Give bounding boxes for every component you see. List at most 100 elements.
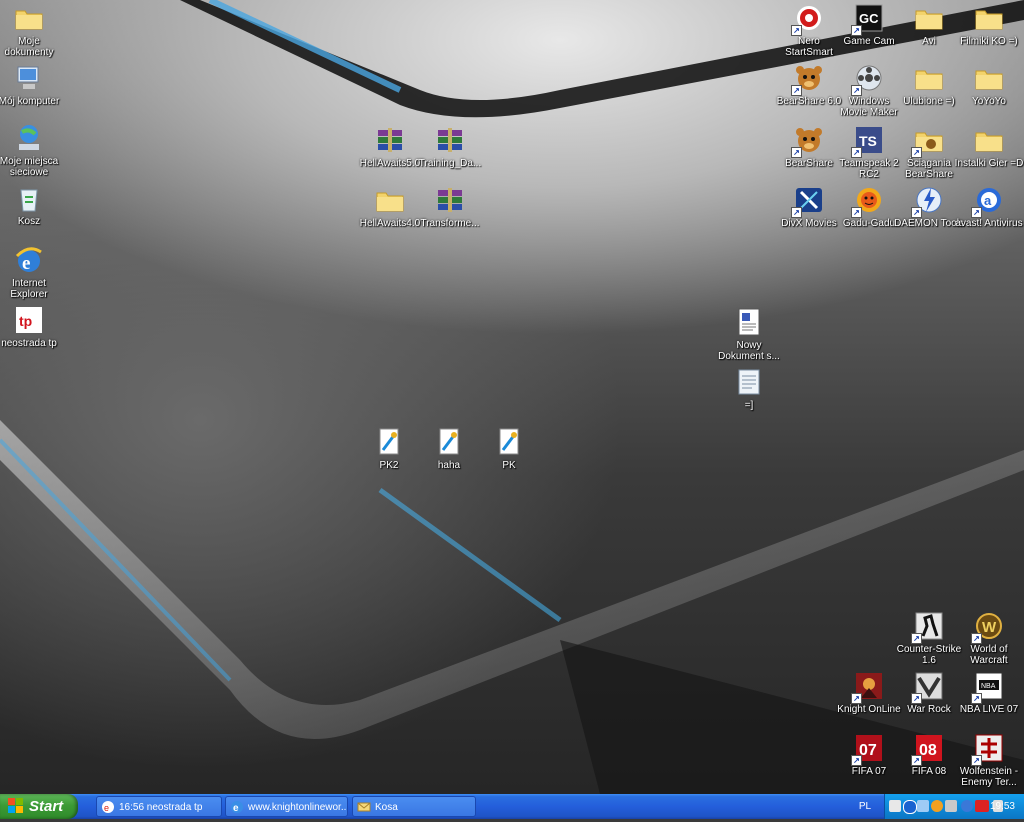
svg-text:e: e	[104, 803, 109, 813]
rar-archive-icon	[374, 124, 406, 156]
svg-text:NBA: NBA	[981, 683, 996, 690]
svg-text:a: a	[984, 193, 992, 208]
svg-text:tp: tp	[19, 313, 32, 329]
taskbar-button-browser[interactable]: e www.knightonlinewor...	[225, 796, 348, 817]
folder-icon	[913, 2, 945, 34]
tray-daemon-icon[interactable]	[945, 800, 957, 812]
tray-avast-icon[interactable]	[961, 800, 973, 812]
desktop-icon[interactable]: Nowy Dokument s...	[714, 306, 784, 362]
taskbar-button-mail[interactable]: Kosa	[352, 796, 476, 817]
clock[interactable]: 19:53	[990, 794, 1015, 819]
nero-icon: ↗	[791, 2, 825, 36]
windows-flag-icon	[8, 797, 24, 813]
folder-icon	[973, 124, 1005, 156]
text-file-icon	[733, 366, 765, 398]
desktop-icon-label: Internet Explorer	[10, 278, 48, 300]
task-label: www.knightonlinewor...	[248, 802, 348, 813]
internet-explorer-icon: e	[230, 800, 244, 814]
taskbar: Start e 16:56 neostrada tp e www.knighto…	[0, 794, 1024, 819]
daemon-tools-icon: ↗	[911, 184, 945, 218]
folder-icon	[973, 62, 1005, 94]
desktop-icon-label: Moje miejsca sieciowe	[0, 156, 59, 178]
mail-icon	[357, 800, 371, 814]
shortcut-arrow-icon: ↗	[791, 147, 802, 158]
fifa-08-icon: 08 ↗	[911, 732, 945, 766]
shortcut-arrow-icon: ↗	[851, 755, 862, 766]
system-tray: 19:53	[884, 794, 1024, 819]
neostrada-tp-icon: tp	[13, 304, 45, 336]
desktop-icon[interactable]: Instalki Gier =D	[954, 124, 1024, 169]
neostrada-tp-icon: e	[101, 800, 115, 814]
desktop-icon[interactable]: a ↗ avast! Antivirus	[954, 184, 1024, 229]
world-of-warcraft-icon: W ↗	[971, 610, 1005, 644]
shortcut-arrow-icon: ↗	[971, 633, 982, 644]
fifa-07-icon: 07 ↗	[851, 732, 885, 766]
bearshare-icon: ↗	[791, 124, 825, 158]
game-cam-icon: GC ↗	[851, 2, 885, 36]
desktop-icon[interactable]: Transforme...	[415, 184, 485, 229]
network-places-icon	[13, 122, 45, 154]
desktop-icon[interactable]: ↗ Wolfenstein - Enemy Ter...	[954, 732, 1024, 788]
desktop-icon[interactable]: PK	[474, 426, 544, 471]
desktop-icon[interactable]: YoYoYo	[954, 62, 1024, 107]
shortcut-arrow-icon: ↗	[851, 207, 862, 218]
desktop-icon[interactable]: Mój komputer	[0, 62, 64, 107]
desktop-icon-label: Nowy Dokument s...	[718, 340, 780, 362]
gadu-gadu-icon: ↗	[851, 184, 885, 218]
task-label: 16:56 neostrada tp	[119, 802, 203, 813]
desktop-icon[interactable]: e Internet Explorer	[0, 244, 64, 300]
desktop-icon[interactable]: Moje miejsca sieciowe	[0, 122, 64, 178]
svg-text:GC: GC	[859, 11, 879, 26]
desktop-icon-label: Mój komputer	[0, 96, 60, 107]
shortcut-arrow-icon: ↗	[911, 693, 922, 704]
shortcut-arrow-icon: ↗	[851, 85, 862, 96]
shortcut-arrow-icon: ↗	[851, 25, 862, 36]
knight-online-icon: ↗	[851, 670, 885, 704]
start-label: Start	[29, 798, 64, 815]
tray-network-icon[interactable]	[889, 800, 901, 812]
movie-maker-icon: ↗	[851, 62, 885, 96]
my-computer-icon	[13, 62, 45, 94]
shortcut-arrow-icon: ↗	[851, 147, 862, 158]
war-rock-icon: ↗	[911, 670, 945, 704]
desktop-icon[interactable]: Filmiki KO =)	[954, 2, 1024, 47]
svg-text:e: e	[22, 253, 30, 274]
desktop-icon[interactable]: Training_Da...	[415, 124, 485, 169]
bearshare-folder-icon: ↗	[911, 124, 945, 158]
tray-ati-icon[interactable]	[975, 800, 989, 812]
rar-archive-icon	[434, 124, 466, 156]
internet-explorer-icon: e	[13, 244, 45, 276]
taskbar-button-neostrada[interactable]: e 16:56 neostrada tp	[96, 796, 222, 817]
counter-strike-icon: ↗	[911, 610, 945, 644]
shortcut-arrow-icon: ↗	[911, 755, 922, 766]
tray-gadu-gadu-icon[interactable]	[931, 800, 943, 812]
desktop-icon-label: Instalki Gier =D	[954, 158, 1024, 169]
desktop-icon[interactable]: =]	[714, 366, 784, 411]
svg-text:e: e	[233, 803, 239, 814]
desktop-icon-label: Filmiki KO =)	[960, 36, 1018, 47]
tray-show-hidden-icon[interactable]	[903, 800, 917, 814]
folder-icon	[374, 184, 406, 216]
svg-text:W: W	[982, 619, 997, 636]
desktop-icon[interactable]: tp neostrada tp	[0, 304, 64, 349]
recycle-bin-icon	[13, 182, 45, 214]
shortcut-arrow-icon: ↗	[791, 207, 802, 218]
language-indicator[interactable]: PL	[850, 794, 880, 819]
shortcut-arrow-icon: ↗	[911, 147, 922, 158]
shortcut-arrow-icon: ↗	[911, 633, 922, 644]
teamspeak-icon: TS ↗	[851, 124, 885, 158]
desktop-icon[interactable]: NBA ↗ NBA LIVE 07	[954, 670, 1024, 715]
image-file-icon	[493, 426, 525, 458]
shortcut-arrow-icon: ↗	[791, 85, 802, 96]
desktop-icon-label: PK	[502, 460, 516, 471]
desktop-icon[interactable]: Kosz	[0, 182, 64, 227]
divx-icon: ↗	[791, 184, 825, 218]
my-documents-icon	[13, 2, 45, 34]
document-icon	[733, 306, 765, 338]
start-button[interactable]: Start	[0, 794, 78, 819]
desktop-icon[interactable]: Moje dokumenty	[0, 2, 64, 58]
shortcut-arrow-icon: ↗	[851, 693, 862, 704]
desktop-icon[interactable]: W ↗ World of Warcraft	[954, 610, 1024, 666]
wolfenstein-icon: ↗	[971, 732, 1005, 766]
tray-display-icon[interactable]	[917, 800, 929, 812]
